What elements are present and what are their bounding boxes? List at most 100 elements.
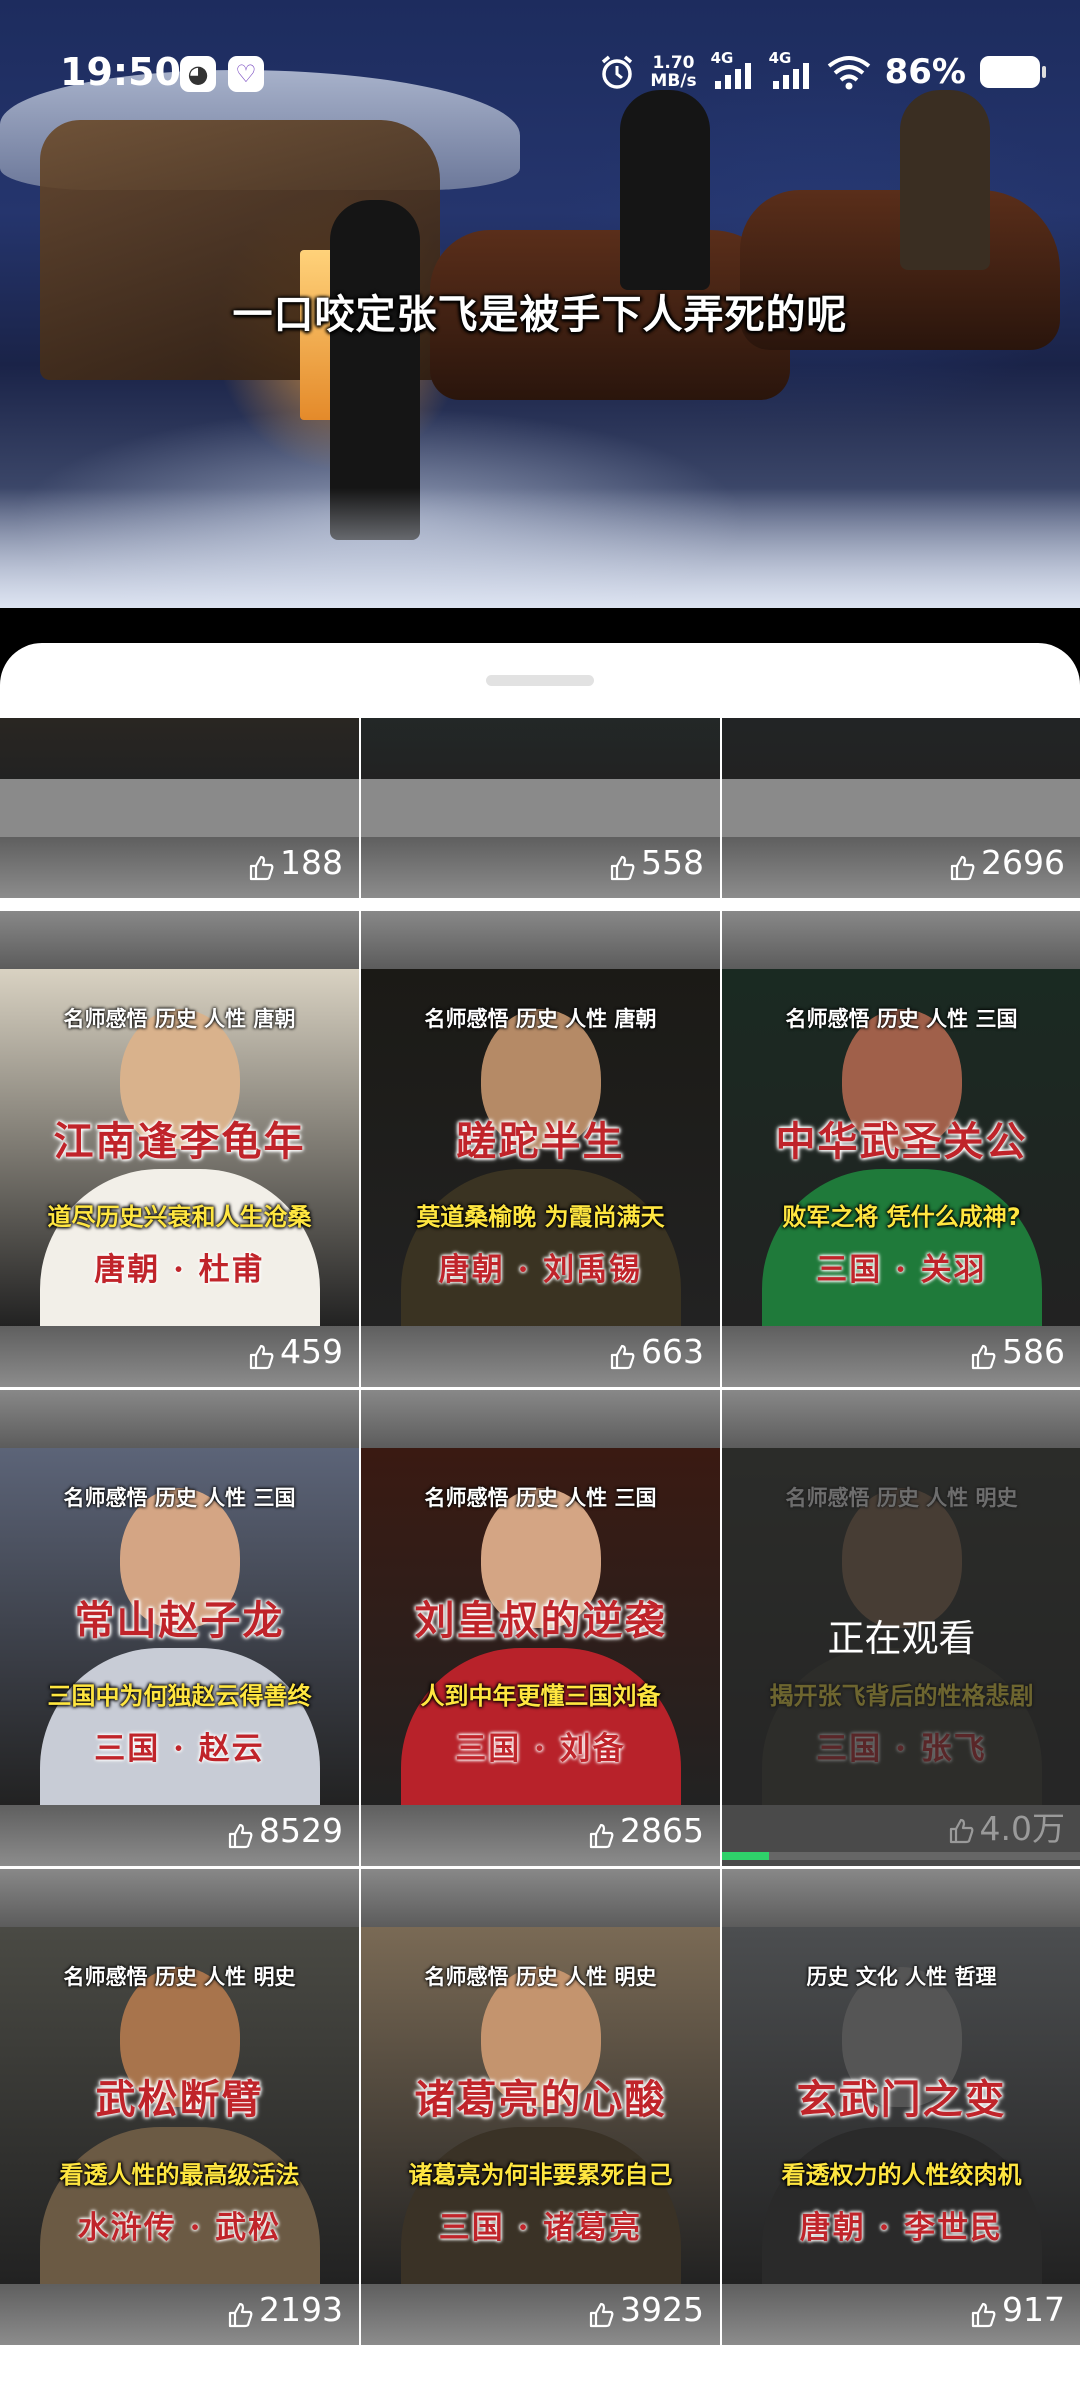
like-count: 459 bbox=[248, 1332, 343, 1371]
tile-tags: 名师感悟 历史 人性 唐朝 bbox=[424, 1007, 657, 1031]
video-thumbnail: 名师感悟 历史 人性 唐朝 蹉跎半生 莫道桑榆晚 为霞尚满天 唐朝 · 刘禹锡 bbox=[361, 969, 720, 1326]
tile-subtitle: 道尽历史兴衰和人生沧桑 bbox=[47, 1203, 312, 1231]
thumb-top-bar bbox=[361, 1869, 720, 1927]
video-thumbnail: 名师感悟 历史 人性 唐朝 江南逢李龟年 道尽历史兴衰和人生沧桑 唐朝 · 杜甫 bbox=[0, 969, 359, 1326]
thumb-top-bar bbox=[0, 1390, 359, 1448]
thumb-top-bar bbox=[0, 911, 359, 969]
thumbs-up-icon bbox=[970, 2297, 996, 2327]
like-count: 2696 bbox=[949, 843, 1065, 882]
tile-title: 武松断臂 bbox=[95, 2076, 264, 2123]
video-tile[interactable]: 名师感悟 历史 人性 三国刘皇叔的逆袭人到中年更懂三国刘备三国 · 刘备 2865 bbox=[361, 1390, 720, 1866]
like-count: 3925 bbox=[588, 2290, 704, 2329]
tile-subtitle: 败军之将 凭什么成神? bbox=[782, 1203, 1021, 1231]
video-thumbnail: 历史 文化 人性 哲理 玄武门之变 看透权力的人性绞肉机 唐朝 · 李世民 bbox=[722, 1927, 1080, 2284]
sheet-drag-handle[interactable] bbox=[486, 675, 594, 686]
video-thumbnail: 扯下中年人身上的枷锁宋朝 · 徐霞客 bbox=[361, 718, 720, 779]
thumbs-up-icon bbox=[949, 850, 975, 880]
like-count-value: 558 bbox=[641, 843, 704, 882]
tile-subtitle: 三国中为何独赵云得善终 bbox=[47, 1682, 312, 1710]
thumbs-up-icon bbox=[227, 1818, 253, 1848]
watch-progress-fill bbox=[722, 1852, 769, 1860]
like-count: 2865 bbox=[588, 1811, 704, 1850]
thumb-top-bar bbox=[0, 1869, 359, 1927]
thumbs-up-icon bbox=[970, 1339, 996, 1369]
tile-author: 三国 · 刘备 bbox=[455, 1731, 626, 1767]
thumbs-up-icon bbox=[588, 1818, 614, 1848]
like-count: 917 bbox=[970, 2290, 1065, 2329]
tile-title: 刘皇叔的逆袭 bbox=[414, 1597, 667, 1644]
tile-footer: 4.0万 bbox=[722, 1805, 1080, 1866]
like-count: 663 bbox=[609, 1332, 704, 1371]
video-tile[interactable]: 名师感悟 历史 人性 三国 常山赵子龙 三国中为何独赵云得善终 三国 · 赵云 8529 bbox=[0, 1390, 359, 1866]
alarm-icon bbox=[602, 55, 633, 89]
battery-percent: 86% bbox=[884, 52, 966, 92]
tile-footer: 188 bbox=[0, 837, 359, 898]
like-count-value: 3925 bbox=[620, 2290, 704, 2329]
thumbs-up-icon bbox=[227, 2297, 253, 2327]
like-count: 4.0万 bbox=[948, 1802, 1065, 1850]
video-tile[interactable]: 名师感悟 历史 人性 唐朝 蹉跎半生 莫道桑榆晚 为霞尚满天 唐朝 · 刘禹锡 663 bbox=[361, 911, 720, 1387]
video-tile[interactable]: 历史 文化 人性 哲理 玄武门之变 看透权力的人性绞肉机 唐朝 · 李世民 917 bbox=[722, 1869, 1080, 2345]
signal-icon-2: 4G bbox=[769, 49, 813, 91]
video-tile[interactable]: 名师感悟 历史 人性 唐朝 江南逢李龟年 道尽历史兴衰和人生沧桑 唐朝 · 杜甫 459 bbox=[0, 911, 359, 1387]
status-time: 19:50 bbox=[60, 50, 181, 94]
video-tile[interactable]: 名师感悟 历史 人性 明史武松断臂看透人性的最高级活法水浒传 · 武松 2193 bbox=[0, 1869, 359, 2345]
like-count-value: 4.0万 bbox=[979, 1809, 1065, 1848]
like-count-value: 2696 bbox=[981, 843, 1065, 882]
tile-tags: 名师感悟 历史 人性 唐朝 bbox=[63, 1007, 296, 1031]
video-player[interactable]: 一口咬定张飞是被手下人弄死的呢 19:50 ◕ ♡ 1.70 MB/s 4G 4… bbox=[0, 0, 1080, 608]
video-tile[interactable]: 敬那些壮志未酬的人生宋朝 · 辛弃疾 188 bbox=[0, 718, 359, 898]
thumbs-up-icon bbox=[948, 1813, 974, 1844]
tile-author: 水浒传 · 武松 bbox=[77, 2210, 282, 2246]
like-count-value: 2193 bbox=[259, 2290, 343, 2329]
like-count-value: 188 bbox=[280, 843, 343, 882]
app-notification-icon-2: ♡ bbox=[228, 56, 264, 92]
tile-footer: 586 bbox=[722, 1326, 1080, 1387]
tile-author: 三国 · 诸葛亮 bbox=[438, 2210, 643, 2246]
video-tile[interactable]: 名师感悟 历史 人性 明史揭开张飞背后的性格悲剧三国 · 张飞正在观看 4.0万 bbox=[722, 1390, 1080, 1866]
tile-tags: 名师感悟 历史 人性 三国 bbox=[785, 1007, 1018, 1031]
tile-subtitle: 人到中年更懂三国刘备 bbox=[420, 1682, 661, 1710]
video-tile[interactable]: 藏起光芒才是顶级高手楚汉传奇 · 韩信 2696 bbox=[722, 718, 1080, 898]
like-count: 558 bbox=[609, 843, 704, 882]
tile-footer: 8529 bbox=[0, 1805, 359, 1866]
net-speed-value: 1.70 bbox=[652, 53, 695, 73]
tile-title: 江南逢李龟年 bbox=[53, 1118, 306, 1165]
video-thumbnail: 名师感悟 历史 人性 明史武松断臂看透人性的最高级活法水浒传 · 武松 bbox=[0, 1927, 359, 2284]
tile-footer: 2696 bbox=[722, 837, 1080, 898]
tile-tags: 名师感悟 历史 人性 明史 bbox=[63, 1965, 296, 1989]
thumb-top-bar bbox=[722, 1390, 1080, 1448]
net-speed: 1.70 MB/s bbox=[650, 54, 696, 90]
tile-tags: 名师感悟 历史 人性 明史 bbox=[424, 1965, 657, 1989]
video-grid: 敬那些壮志未酬的人生宋朝 · 辛弃疾 188 扯下中年人身上的枷锁宋朝 · 徐霞客 5… bbox=[0, 718, 1080, 2400]
like-count-value: 663 bbox=[641, 1332, 704, 1371]
video-tile[interactable]: 名师感悟 历史 人性 明史 诸葛亮的心酸 诸葛亮为何非要累死自己 三国 · 诸葛亮 39… bbox=[361, 1869, 720, 2345]
video-thumbnail: 敬那些壮志未酬的人生宋朝 · 辛弃疾 bbox=[0, 718, 359, 779]
like-count-value: 586 bbox=[1002, 1332, 1065, 1371]
wifi-icon bbox=[827, 56, 870, 90]
like-count-value: 2865 bbox=[620, 1811, 704, 1850]
video-thumbnail: 名师感悟 历史 人性 三国 常山赵子龙 三国中为何独赵云得善终 三国 · 赵云 bbox=[0, 1448, 359, 1805]
video-thumbnail: 藏起光芒才是顶级高手楚汉传奇 · 韩信 bbox=[722, 718, 1080, 779]
related-videos-sheet[interactable]: 敬那些壮志未酬的人生宋朝 · 辛弃疾 188 扯下中年人身上的枷锁宋朝 · 徐霞客 5… bbox=[0, 643, 1080, 2400]
video-thumbnail: 名师感悟 历史 人性 三国 中华武圣关公 败军之将 凭什么成神? 三国 · 关羽 bbox=[722, 969, 1080, 1326]
tile-footer: 2193 bbox=[0, 2284, 359, 2345]
tile-footer: 558 bbox=[361, 837, 720, 898]
tile-title: 常山赵子龙 bbox=[74, 1597, 285, 1644]
like-count: 2193 bbox=[227, 2290, 343, 2329]
tile-footer: 663 bbox=[361, 1326, 720, 1387]
tile-tags: 名师感悟 历史 人性 三国 bbox=[424, 1486, 657, 1510]
video-tile[interactable]: 扯下中年人身上的枷锁宋朝 · 徐霞客 558 bbox=[361, 718, 720, 898]
video-snow bbox=[0, 488, 1080, 608]
tile-subtitle: 看透人性的最高级活法 bbox=[59, 2161, 300, 2189]
thumb-top-bar bbox=[361, 911, 720, 969]
thumb-top-bar bbox=[361, 1390, 720, 1448]
video-thumbnail: 名师感悟 历史 人性 明史 诸葛亮的心酸 诸葛亮为何非要累死自己 三国 · 诸葛亮 bbox=[361, 1927, 720, 2284]
tile-subtitle: 莫道桑榆晚 为霞尚满天 bbox=[416, 1203, 665, 1231]
video-tile[interactable]: 名师感悟 历史 人性 三国 中华武圣关公 败军之将 凭什么成神? 三国 · 关羽 586 bbox=[722, 911, 1080, 1387]
tile-author: 唐朝 · 李世民 bbox=[799, 2210, 1004, 2246]
like-count-value: 8529 bbox=[259, 1811, 343, 1850]
like-count: 8529 bbox=[227, 1811, 343, 1850]
thumbs-up-icon bbox=[609, 850, 635, 880]
watch-progress-bar bbox=[722, 1852, 1080, 1860]
